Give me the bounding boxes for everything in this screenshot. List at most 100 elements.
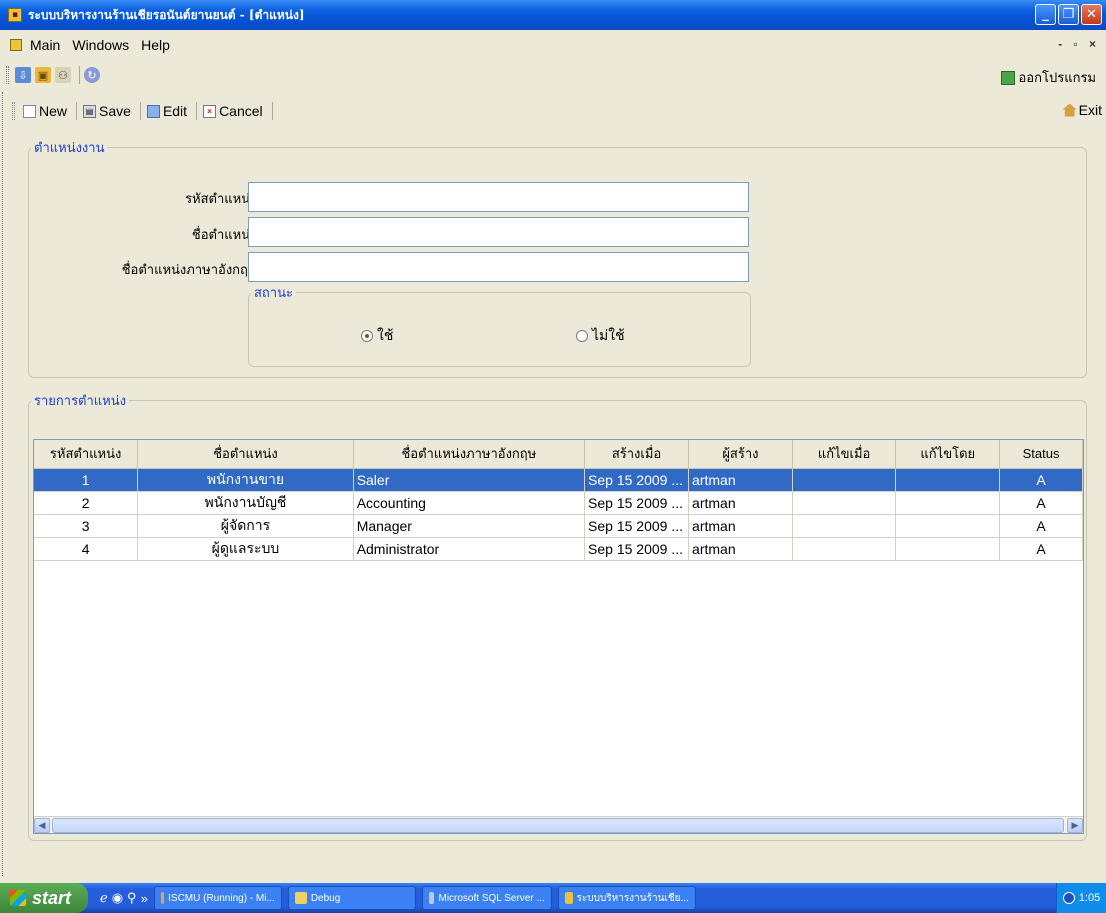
taskbar-item-label: Microsoft SQL Server ... xyxy=(438,892,545,904)
menu-bar: Main Windows Help - ▫ × xyxy=(0,30,1106,60)
column-header-editor[interactable]: แก้ไขโดย xyxy=(895,440,1001,469)
quick-launch: ℯ ◉ ⚲ » xyxy=(100,890,148,906)
menu-windows[interactable]: Windows xyxy=(72,37,129,53)
status-inactive-radio[interactable]: ไม่ใช้ xyxy=(576,325,625,347)
browser-icon[interactable]: ◉ xyxy=(112,890,123,906)
scrollbar-thumb[interactable] xyxy=(52,818,1064,833)
taskbar-item-app[interactable]: ระบบบริหารงานร้านเชีย... xyxy=(557,886,696,910)
ie-icon[interactable]: ℯ xyxy=(100,890,108,906)
new-button[interactable]: New xyxy=(21,103,69,119)
edit-button[interactable]: Edit xyxy=(145,103,189,119)
column-header-edited[interactable]: แก้ไขเมื่อ xyxy=(792,440,897,469)
position-code-label: รหัสตำแหน่ง : xyxy=(185,192,265,207)
icon-toolbar: ⇩ ▣ ⚇ ↻ ออกโปรแกรม xyxy=(0,60,1106,90)
taskbar-item-iscmu[interactable]: ISCMU (Running) - Mi... xyxy=(153,886,282,910)
taskbar-item-sql-server[interactable]: Microsoft SQL Server ... xyxy=(421,886,552,910)
exit-button[interactable]: Exit xyxy=(1062,102,1102,118)
cell-name-en: Accounting xyxy=(353,491,586,515)
status-inactive-label: ไม่ใช้ xyxy=(592,328,625,344)
save-icon: ▤ xyxy=(83,104,97,118)
window-title: ระบบบริหารงานร้านเชียรอนันต์ยานยนต์ - [ต… xyxy=(28,7,305,22)
cancel-button[interactable]: × Cancel xyxy=(201,103,265,119)
new-button-label: New xyxy=(39,103,68,119)
horizontal-scrollbar[interactable]: ◀ ▶ xyxy=(34,816,1083,833)
position-name-input[interactable] xyxy=(248,217,749,247)
cancel-button-label: Cancel xyxy=(219,103,263,119)
position-name-en-input[interactable] xyxy=(248,252,749,282)
cell-code: 3 xyxy=(34,514,139,538)
cell-name: ผู้จัดการ xyxy=(137,514,354,538)
status-active-radio[interactable]: ใช้ xyxy=(361,325,393,347)
table-row[interactable]: 3 ผู้จัดการ Manager Sep 15 2009 ... artm… xyxy=(34,514,1083,538)
cell-created: Sep 15 2009 ... xyxy=(584,537,690,561)
column-header-created[interactable]: สร้างเมื่อ xyxy=(584,440,690,469)
column-header-code[interactable]: รหัสตำแหน่ง xyxy=(34,440,139,469)
minimize-icon[interactable]: _ xyxy=(1035,4,1056,25)
start-button[interactable]: start xyxy=(0,883,88,913)
restore-icon[interactable]: ❐ xyxy=(1058,4,1079,25)
cell-name-en: Manager xyxy=(353,514,586,538)
cell-editor xyxy=(895,537,1001,561)
position-name-en-label: ชื่อตำแหน่งภาษาอังกฤษ : xyxy=(121,263,265,278)
cell-editor xyxy=(895,491,1001,515)
toolbar-separator xyxy=(139,102,141,120)
position-code-input[interactable] xyxy=(248,182,749,212)
window-title-bar[interactable]: ▪ ระบบบริหารงานร้านเชียรอนันต์ยานยนต์ - … xyxy=(0,0,1106,30)
table-row[interactable]: 1 พนักงานขาย Saler Sep 15 2009 ... artma… xyxy=(34,468,1083,492)
virtualbox-icon xyxy=(160,892,165,904)
login-icon[interactable]: ⇩ xyxy=(15,67,31,83)
save-button[interactable]: ▤ Save xyxy=(81,103,133,119)
logout-icon xyxy=(1001,70,1016,85)
column-header-creator[interactable]: ผู้สร้าง xyxy=(688,440,793,469)
windows-logo-icon xyxy=(10,890,26,906)
column-header-name[interactable]: ชื่อตำแหน่ง xyxy=(137,440,354,469)
mdi-child-icon[interactable] xyxy=(10,39,22,51)
cell-creator: artman xyxy=(688,514,793,538)
cell-status: A xyxy=(999,514,1083,538)
cancel-icon: × xyxy=(203,104,217,118)
mdi-child-controls[interactable]: - ▫ × xyxy=(1058,37,1100,51)
save-button-label: Save xyxy=(99,103,131,119)
cell-created: Sep 15 2009 ... xyxy=(584,491,690,515)
logout-button[interactable]: ออกโปรแกรม xyxy=(1001,67,1096,88)
start-label: start xyxy=(32,887,72,908)
app-quicklaunch-icon[interactable]: ⚲ xyxy=(127,890,137,906)
cell-edited xyxy=(792,537,897,561)
menu-main[interactable]: Main xyxy=(30,37,60,53)
more-chevron-icon[interactable]: » xyxy=(141,891,148,906)
close-icon[interactable]: ✕ xyxy=(1081,4,1102,25)
refresh-icon[interactable]: ↻ xyxy=(84,67,100,83)
cell-name-en: Administrator xyxy=(353,537,586,561)
taskbar-item-debug[interactable]: Debug xyxy=(287,886,416,910)
menu-help[interactable]: Help xyxy=(141,37,170,53)
column-header-status[interactable]: Status xyxy=(999,440,1083,469)
toolbar-separator xyxy=(196,102,198,120)
users-icon[interactable]: ⚇ xyxy=(55,67,71,83)
clock[interactable]: 1:05 xyxy=(1079,892,1100,904)
taskbar: start ℯ ◉ ⚲ » ISCMU (Running) - Mi... De… xyxy=(0,883,1106,913)
column-header-name-en[interactable]: ชื่อตำแหน่งภาษาอังกฤษ xyxy=(353,440,586,469)
lock-icon[interactable]: ▣ xyxy=(35,67,51,83)
taskbar-item-label: ระบบบริหารงานร้านเชีย... xyxy=(576,892,689,904)
system-tray: 1:05 xyxy=(1056,883,1106,913)
table-header-row: รหัสตำแหน่ง ชื่อตำแหน่ง ชื่อตำแหน่งภาษาอ… xyxy=(34,440,1083,469)
toolbar-grip[interactable] xyxy=(6,66,9,84)
cell-name: พนักงานขาย xyxy=(137,468,354,492)
toolbar-separator xyxy=(76,102,78,120)
cell-status: A xyxy=(999,468,1083,492)
scroll-left-icon[interactable]: ◀ xyxy=(34,818,50,833)
cell-code: 2 xyxy=(34,491,139,515)
cell-name: พนักงานบัญชี xyxy=(137,491,354,515)
action-toolbar-grip[interactable] xyxy=(12,102,15,120)
table-row[interactable]: 2 พนักงานบัญชี Accounting Sep 15 2009 ..… xyxy=(34,491,1083,515)
logout-label: ออกโปรแกรม xyxy=(1018,70,1096,85)
folder-icon xyxy=(294,892,307,904)
scroll-right-icon[interactable]: ▶ xyxy=(1067,818,1083,833)
table-row[interactable]: 4 ผู้ดูแลระบบ Administrator Sep 15 2009 … xyxy=(34,537,1083,561)
tray-icon[interactable] xyxy=(1062,892,1075,904)
position-grid[interactable]: รหัสตำแหน่ง ชื่อตำแหน่ง ชื่อตำแหน่งภาษาอ… xyxy=(33,439,1084,834)
status-groupbox: สถานะ ใช้ ไม่ใช้ xyxy=(248,282,751,367)
radio-checked-icon xyxy=(361,330,373,342)
position-name-label: ชื่อตำแหน่ง : xyxy=(191,228,265,243)
taskbar-item-label: Debug xyxy=(310,892,341,904)
